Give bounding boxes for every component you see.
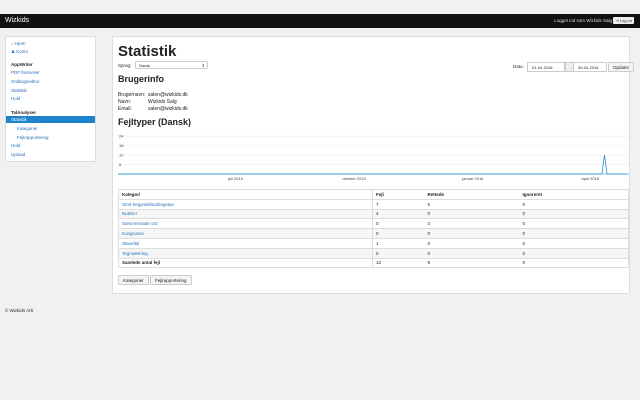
fixed-cell: 0 xyxy=(424,247,520,259)
sidebar-item-home[interactable]: ⌂ Hjem xyxy=(11,41,25,46)
sidebar-item-upload[interactable]: Upload xyxy=(11,152,25,157)
table-header-row: Kategori Fejl Rettede Ignoreret xyxy=(118,189,629,200)
table-row: Stavefejl 1 0 0 xyxy=(118,237,629,249)
sidebar-item-appwriter-team[interactable]: Hold xyxy=(11,96,20,101)
category-link[interactable]: Nutids-r xyxy=(118,208,373,219)
top-navbar: Wizkids Logget ind som Wizkids Salg ⇥ Lo… xyxy=(0,14,640,28)
total-label: Samlede antal fejl xyxy=(118,257,373,268)
language-label: Sprog: xyxy=(118,63,132,68)
table-row: Sammensatte ord 0 3 0 xyxy=(118,218,629,229)
date-label: Dato: xyxy=(513,64,524,69)
date-from-input[interactable]: 01-04-2016 xyxy=(527,62,565,72)
y-tick-label: 24 xyxy=(119,134,124,139)
ignored-cell: 0 xyxy=(519,228,629,239)
category-table: Kategori Fejl Rettede Ignoreret Stort be… xyxy=(118,189,629,269)
update-button[interactable]: Opdater xyxy=(608,62,635,72)
username-value: salen@wizkids.dk xyxy=(148,92,188,98)
logged-in-user: Logget ind som Wizkids Salg xyxy=(554,18,612,23)
errors-cell: 1 xyxy=(372,237,425,249)
y-tick-label: 12 xyxy=(119,153,124,158)
email-label: Email: xyxy=(118,106,132,112)
total-row: Samlede antal fejl 12 9 0 xyxy=(118,257,629,268)
errors-cell: 0 xyxy=(372,228,425,239)
sidebar-item-pdf[interactable]: PDF fremviser xyxy=(11,70,40,75)
table-row: Stort begyndelsesbogstav 7 6 0 xyxy=(118,198,629,210)
name-label: Navn: xyxy=(118,99,132,105)
col-fixed: Rettede xyxy=(424,189,520,200)
brand-logo[interactable]: Wizkids xyxy=(5,17,29,24)
ignored-cell: 0 xyxy=(519,208,629,219)
category-link[interactable]: Stavefejl xyxy=(118,237,373,249)
errors-cell: 7 xyxy=(372,198,425,210)
category-link[interactable]: Kongruens xyxy=(118,228,373,239)
category-link[interactable]: Sammensatte ord xyxy=(118,218,373,229)
y-tick-label: 18 xyxy=(119,143,124,148)
table-row: Nutids-r 4 0 0 xyxy=(118,208,629,219)
sidebar-item-statistics[interactable]: Statistik xyxy=(6,116,95,123)
x-tick-label: oktober 2015 xyxy=(342,176,366,181)
error-chart: 2418126juli 2015 oktober 2015 januar 2016 a… xyxy=(118,134,629,181)
table-row: Kongruens 0 0 0 xyxy=(118,228,629,239)
footer-copyright: © Wizkids A/S xyxy=(5,308,34,313)
sidebar-item-appwriter-stats[interactable]: Statistik xyxy=(11,88,27,93)
total-fixed: 9 xyxy=(424,257,520,268)
errors-cell: 0 xyxy=(372,247,425,259)
x-tick-label: april 2016 xyxy=(581,176,599,181)
fixed-cell: 6 xyxy=(424,198,520,210)
fixed-cell: 0 xyxy=(424,237,520,249)
x-tick-label: juli 2015 xyxy=(227,176,244,181)
x-tick-label: januar 2016 xyxy=(461,176,484,181)
ignored-cell: 0 xyxy=(519,218,629,229)
col-ignored: Ignoreret xyxy=(519,189,629,200)
errors-cell: 4 xyxy=(372,208,425,219)
fixed-cell: 3 xyxy=(424,218,520,229)
sidebar-item-team[interactable]: Hold xyxy=(11,143,20,148)
chart-heading: Fejltyper (Dansk) xyxy=(118,117,192,127)
name-value: Wizkids Salg xyxy=(148,99,177,105)
date-to-input[interactable]: 30-04-2016 xyxy=(573,62,607,72)
col-errors: Fejl xyxy=(372,189,425,200)
sidebar-header-appwriter: AppWriter xyxy=(11,62,33,67)
col-category: Kategori xyxy=(118,189,373,200)
fixed-cell: 0 xyxy=(424,208,520,219)
email-value: salen@wizkids.dk xyxy=(148,106,188,112)
ignored-cell: 0 xyxy=(519,247,629,259)
userinfo-heading: Brugerinfo xyxy=(118,74,164,84)
ignored-cell: 0 xyxy=(519,237,629,249)
ignored-cell: 0 xyxy=(519,198,629,210)
total-errors: 12 xyxy=(372,257,425,268)
categories-button[interactable]: Kategorier xyxy=(118,275,149,285)
select-arrows-icon: ⇕ xyxy=(201,63,205,68)
sidebar: ⌂ Hjem ♟ Konto AppWriter PDF fremviser O… xyxy=(5,36,96,162)
language-select[interactable]: Dansk ⇕ xyxy=(135,61,208,69)
logout-button[interactable]: ⇥ Log ud xyxy=(613,17,634,24)
sidebar-item-account[interactable]: ♟ Konto xyxy=(11,49,28,55)
sidebar-item-categories[interactable]: Kategorier xyxy=(17,126,38,131)
main-content: Statistik Sprog: Dansk ⇕ Dato: 01-04-2016… xyxy=(112,36,635,294)
table-row: Tegnsætning 0 0 0 xyxy=(118,247,629,259)
sidebar-item-error-reporting[interactable]: Fejlrapportering xyxy=(17,135,49,140)
fixed-cell: 0 xyxy=(424,228,520,239)
sidebar-header-talanalyser: TalAnalyser xyxy=(11,110,37,115)
total-ignored: 0 xyxy=(519,257,629,268)
page-title: Statistik xyxy=(118,43,177,60)
errors-cell: 0 xyxy=(372,218,425,229)
username-label: Brugernavn: xyxy=(118,92,146,98)
error-reporting-button[interactable]: Fejlrapportering xyxy=(150,275,192,285)
category-link[interactable]: Tegnsætning xyxy=(118,247,373,259)
sidebar-item-dictionary[interactable]: Ordbogseditor xyxy=(11,79,40,84)
category-link[interactable]: Stort begyndelsesbogstav xyxy=(118,198,373,210)
